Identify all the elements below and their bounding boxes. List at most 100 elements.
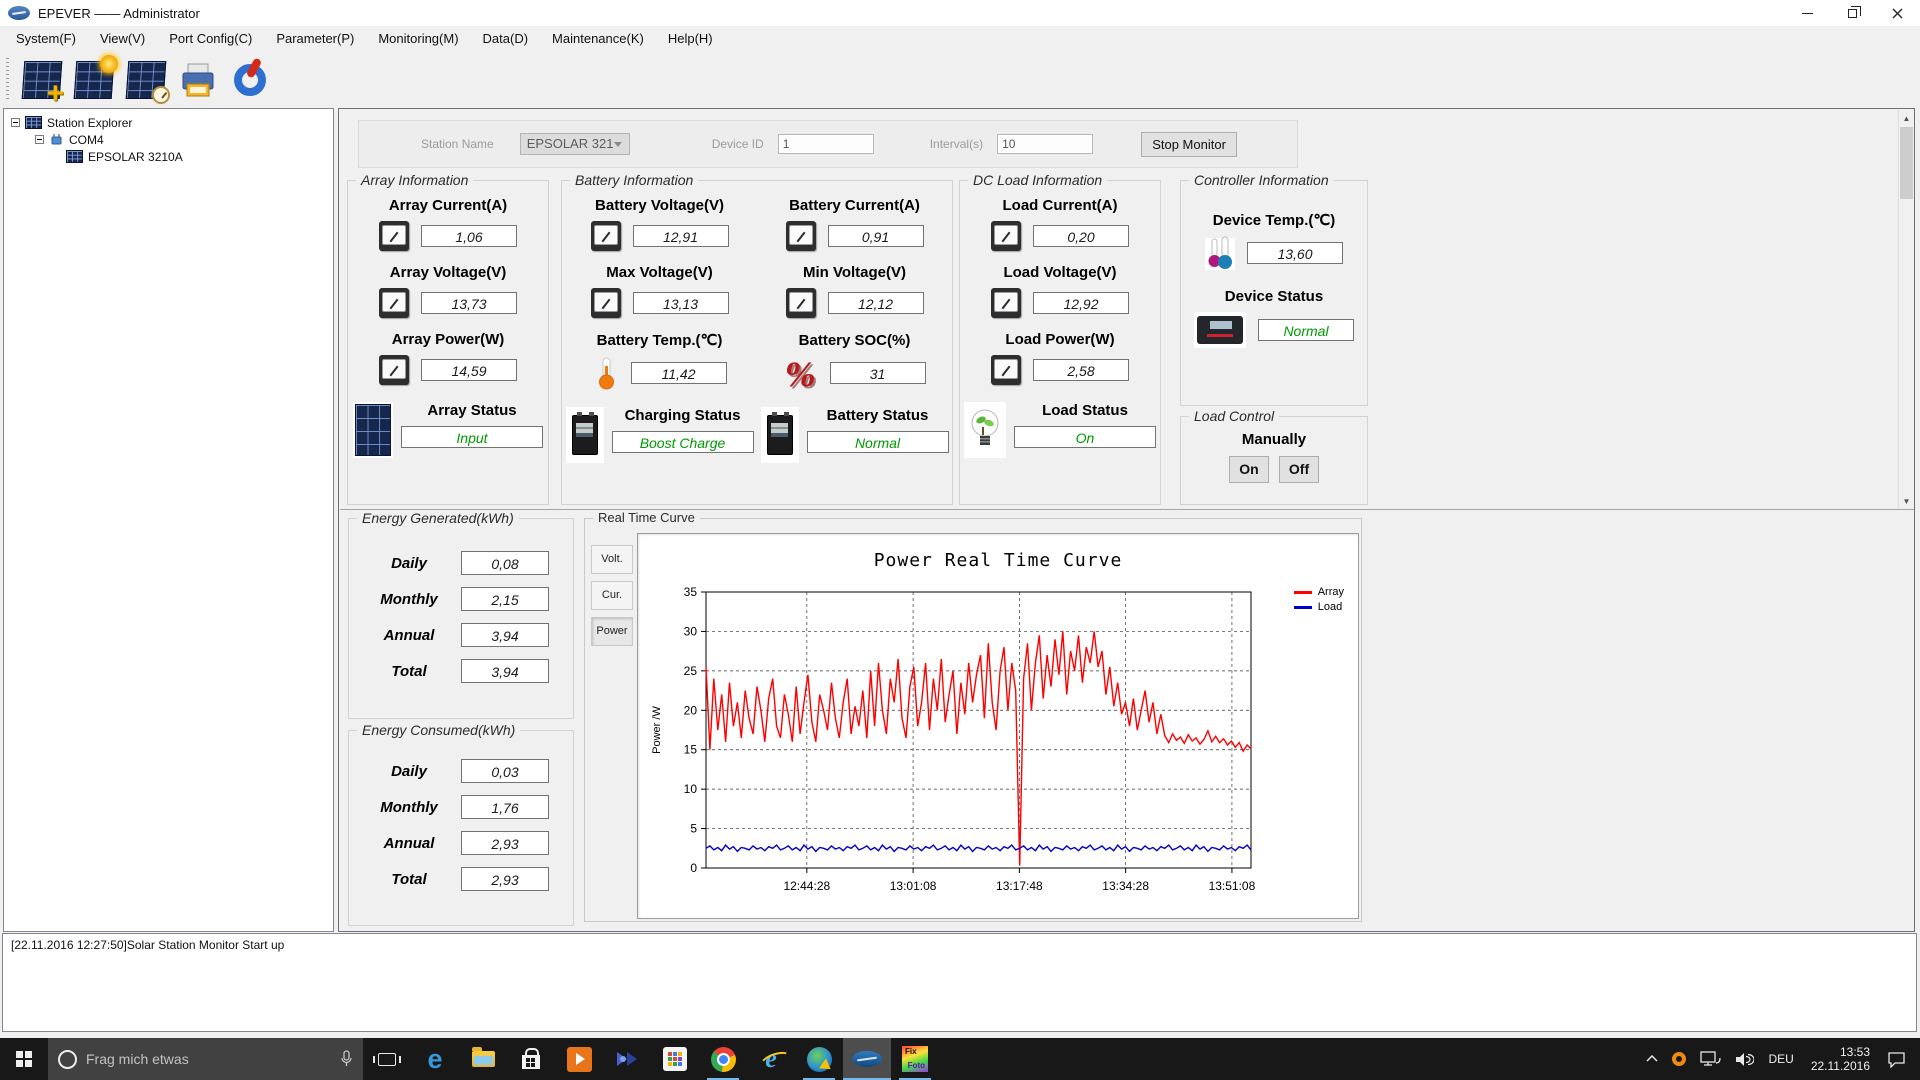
load-on-button[interactable]: On	[1229, 456, 1269, 483]
load-current-label: Load Current(A)	[1002, 197, 1118, 214]
group-title: Load Control	[1189, 408, 1280, 424]
taskbar-fixfoto[interactable]: Fix Foto	[891, 1038, 939, 1080]
tray-antivirus[interactable]	[1665, 1038, 1693, 1080]
stop-monitor-button[interactable]: Stop Monitor	[1141, 131, 1238, 157]
array-status-value: Input	[401, 426, 543, 448]
station-monitor-button[interactable]	[70, 55, 118, 104]
scroll-down-button[interactable]	[1899, 493, 1914, 509]
gauge-icon	[379, 221, 409, 251]
station-name-label: Station Name	[421, 137, 494, 151]
scroll-up-button[interactable]	[1899, 110, 1914, 126]
taskbar-movies-tv[interactable]	[555, 1038, 603, 1080]
tray-volume[interactable]	[1728, 1038, 1761, 1080]
energy-con-annual-value: 2,93	[461, 831, 549, 855]
gauge-icon	[785, 288, 816, 318]
tab-cur[interactable]: Cur.	[591, 581, 633, 610]
tray-language[interactable]: DEU	[1761, 1038, 1800, 1080]
close-icon	[1892, 8, 1903, 18]
restore-button[interactable]	[1830, 0, 1875, 26]
chart-title: Power Real Time Curve	[873, 550, 1123, 571]
station-icon	[25, 116, 42, 129]
station-name-dropdown[interactable]: EPSOLAR 321	[519, 133, 630, 155]
windows-logo-icon	[16, 1051, 32, 1067]
battery-information-group: Battery Information Battery Voltage(V) 1…	[561, 172, 953, 505]
tree-com-label: COM4	[69, 132, 104, 147]
group-title: Battery Information	[570, 172, 699, 188]
task-view-button[interactable]	[363, 1038, 411, 1080]
menu-view[interactable]: View(V)	[88, 28, 157, 50]
energy-con-total-label: Total	[391, 870, 427, 888]
add-station-button[interactable]	[18, 56, 66, 104]
tree-item-device[interactable]: EPSOLAR 3210A	[4, 148, 333, 165]
tree-item-com4[interactable]: COM4	[4, 131, 333, 148]
taskbar-grid-app[interactable]	[651, 1038, 699, 1080]
epever-app-window: EPEVER —— Administrator System(F) View(V…	[0, 0, 1920, 1080]
taskbar-edge[interactable]	[411, 1038, 459, 1080]
taskbar-arrows-app[interactable]	[603, 1038, 651, 1080]
taskbar-chrome[interactable]	[699, 1038, 747, 1080]
chart-panel: Power Real Time Curve 0 5 10 15 20 25 30 35 12:4…	[637, 533, 1359, 919]
menu-system[interactable]: System(F)	[4, 28, 88, 50]
vertical-scrollbar[interactable]	[1898, 110, 1914, 509]
load-power-label: Load Power(W)	[1005, 331, 1115, 348]
tree-item-station-explorer[interactable]: Station Explorer	[4, 114, 333, 131]
gauge-icon	[379, 288, 409, 318]
svg-text:13:51:08: 13:51:08	[1209, 879, 1256, 893]
menu-help[interactable]: Help(H)	[656, 28, 725, 50]
device-id-input[interactable]	[777, 134, 874, 154]
tab-volt[interactable]: Volt.	[591, 545, 633, 574]
menu-port-config[interactable]: Port Config(C)	[157, 28, 264, 50]
station-bar: Station Name EPSOLAR 321 Device ID Inter…	[358, 120, 1298, 168]
app-grid-icon	[663, 1047, 687, 1071]
svg-text:15: 15	[684, 743, 698, 757]
taskbar-epever-active[interactable]	[843, 1038, 891, 1080]
collapse-icon[interactable]	[11, 118, 20, 127]
battery-status-label: Battery Status	[826, 407, 929, 424]
energy-con-daily-label: Daily	[391, 762, 427, 780]
scrollbar-thumb[interactable]	[1900, 127, 1913, 199]
tray-clock[interactable]: 13:53 22.11.2016	[1801, 1045, 1880, 1073]
taskbar-search[interactable]	[48, 1038, 363, 1080]
chevron-up-icon	[1646, 1055, 1659, 1062]
close-button[interactable]	[1875, 0, 1920, 26]
real-time-clock-button[interactable]	[122, 56, 170, 104]
load-series-swatch	[1293, 605, 1312, 609]
tab-power[interactable]: Power	[591, 617, 633, 646]
menu-parameter[interactable]: Parameter(P)	[264, 28, 366, 50]
battery-soc-value: 31	[829, 361, 926, 384]
menu-maintenance[interactable]: Maintenance(K)	[540, 28, 656, 50]
interval-input[interactable]	[997, 134, 1094, 154]
action-center-button[interactable]	[1880, 1038, 1920, 1080]
gauge-icon	[991, 221, 1021, 251]
collapse-icon[interactable]	[35, 135, 44, 144]
search-input[interactable]	[86, 1051, 331, 1067]
menu-data[interactable]: Data(D)	[471, 28, 541, 50]
battery-soc-label: Battery SOC(%)	[798, 331, 911, 349]
interval-label: Interval(s)	[929, 137, 984, 151]
gauge-icon	[991, 288, 1021, 318]
load-off-button[interactable]: Off	[1279, 456, 1319, 483]
energy-con-total-value: 2,93	[461, 867, 549, 891]
group-title: Energy Generated(kWh)	[357, 510, 519, 526]
menu-monitoring[interactable]: Monitoring(M)	[366, 28, 470, 50]
exit-button[interactable]	[226, 56, 274, 104]
epever-logo-icon	[8, 6, 30, 20]
clock-icon	[152, 86, 170, 104]
tray-network[interactable]	[1693, 1038, 1728, 1080]
taskbar-file-explorer[interactable]	[459, 1038, 507, 1080]
taskbar-internet-explorer[interactable]	[747, 1038, 795, 1080]
energy-gen-annual-value: 3,94	[461, 623, 549, 647]
taskbar-store[interactable]	[507, 1038, 555, 1080]
status-log-panel: [22.11.2016 12:27:50]Solar Station Monit…	[2, 933, 1917, 1032]
tray-chevron[interactable]	[1639, 1038, 1665, 1080]
min-voltage-label: Min Voltage(V)	[802, 264, 907, 281]
battery-temp-label: Battery Temp.(℃)	[596, 332, 723, 349]
print-button[interactable]	[174, 56, 222, 104]
start-button[interactable]	[0, 1038, 48, 1080]
load-status-label: Load Status	[1042, 402, 1128, 419]
energy-generated-group: Energy Generated(kWh) Daily 0,08 Monthly 2…	[348, 510, 574, 719]
toolbar-drag-handle[interactable]	[6, 58, 9, 102]
taskbar-downloader[interactable]	[795, 1038, 843, 1080]
svg-text:13:34:28: 13:34:28	[1102, 879, 1149, 893]
minimize-button[interactable]	[1785, 0, 1830, 26]
